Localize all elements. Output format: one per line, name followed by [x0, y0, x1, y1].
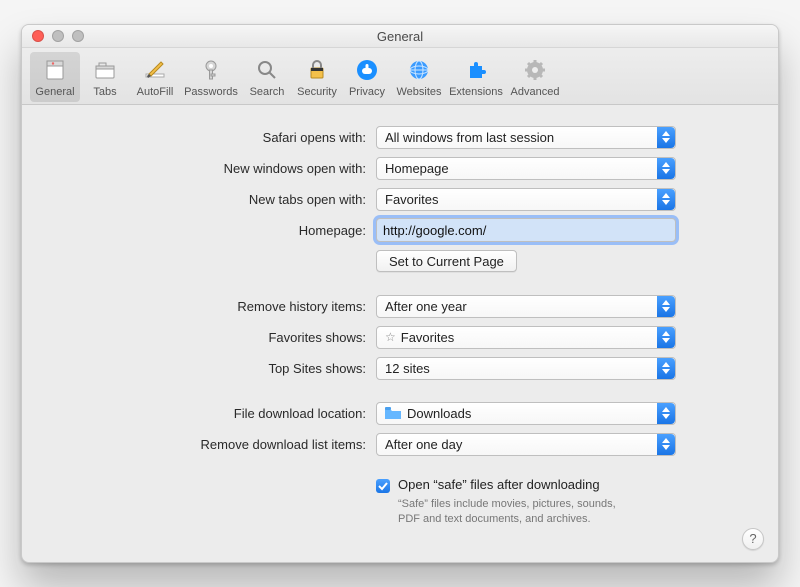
tab-autofill[interactable]: AutoFill [130, 52, 180, 102]
titlebar: General [22, 25, 778, 48]
tab-label: Privacy [349, 86, 385, 98]
download-location-label: File download location: [44, 406, 376, 421]
chevron-updown-icon [657, 403, 675, 424]
autofill-icon [141, 56, 169, 84]
chevron-updown-icon [657, 189, 675, 210]
chevron-updown-icon [657, 296, 675, 317]
folder-icon [385, 407, 401, 419]
help-icon: ? [749, 531, 756, 546]
tab-extensions[interactable]: Extensions [446, 52, 506, 102]
chevron-updown-icon [657, 127, 675, 148]
tab-privacy[interactable]: Privacy [342, 52, 392, 102]
safari-opens-popup[interactable]: All windows from last session [376, 126, 676, 149]
tab-label: Passwords [184, 86, 238, 98]
popup-value: Favorites [401, 330, 454, 345]
popup-value: After one year [385, 299, 467, 314]
tab-label: Search [250, 86, 285, 98]
new-windows-popup[interactable]: Homepage [376, 157, 676, 180]
tab-tabs[interactable]: Tabs [80, 52, 130, 102]
tab-label: AutoFill [137, 86, 174, 98]
popup-value: Homepage [385, 161, 449, 176]
popup-value: After one day [385, 437, 462, 452]
star-icon: ☆ [385, 330, 396, 344]
tab-label: General [35, 86, 74, 98]
preferences-window: General General Tabs AutoFill Passwords [21, 24, 779, 563]
safari-opens-label: Safari opens with: [44, 130, 376, 145]
window-controls [32, 30, 84, 42]
tabs-icon [91, 56, 119, 84]
favorites-shows-popup[interactable]: ☆ Favorites [376, 326, 676, 349]
tab-websites[interactable]: Websites [392, 52, 446, 102]
minimize-button[interactable] [52, 30, 64, 42]
tab-search[interactable]: Search [242, 52, 292, 102]
homepage-field[interactable] [376, 218, 676, 242]
help-button[interactable]: ? [742, 528, 764, 550]
set-current-page-button[interactable]: Set to Current Page [376, 250, 517, 272]
download-location-popup[interactable]: Downloads [376, 402, 676, 425]
open-safe-label: Open “safe” files after downloading [398, 477, 600, 492]
preferences-toolbar: General Tabs AutoFill Passwords Search [22, 48, 778, 105]
tab-label: Advanced [511, 86, 560, 98]
top-sites-label: Top Sites shows: [44, 361, 376, 376]
search-icon [253, 56, 281, 84]
tab-label: Security [297, 86, 337, 98]
tab-general[interactable]: General [30, 52, 80, 102]
remove-history-popup[interactable]: After one year [376, 295, 676, 318]
remove-history-label: Remove history items: [44, 299, 376, 314]
general-pane: Safari opens with: All windows from last… [22, 105, 778, 552]
chevron-updown-icon [657, 358, 675, 379]
popup-value: Favorites [385, 192, 438, 207]
close-button[interactable] [32, 30, 44, 42]
remove-downloads-label: Remove download list items: [44, 437, 376, 452]
tab-label: Websites [396, 86, 441, 98]
advanced-icon [521, 56, 549, 84]
window-title: General [22, 29, 778, 44]
tab-passwords[interactable]: Passwords [180, 52, 242, 102]
open-safe-checkbox[interactable] [376, 479, 390, 493]
chevron-updown-icon [657, 434, 675, 455]
tab-advanced[interactable]: Advanced [506, 52, 564, 102]
zoom-button[interactable] [72, 30, 84, 42]
chevron-updown-icon [657, 158, 675, 179]
remove-downloads-popup[interactable]: After one day [376, 433, 676, 456]
tab-label: Tabs [93, 86, 116, 98]
passwords-icon [197, 56, 225, 84]
open-safe-help: “Safe” files include movies, pictures, s… [398, 497, 628, 527]
new-windows-label: New windows open with: [44, 161, 376, 176]
new-tabs-label: New tabs open with: [44, 192, 376, 207]
top-sites-popup[interactable]: 12 sites [376, 357, 676, 380]
websites-icon [405, 56, 433, 84]
popup-value: 12 sites [385, 361, 430, 376]
privacy-icon [353, 56, 381, 84]
popup-value: Downloads [407, 406, 471, 421]
tab-label: Extensions [449, 86, 503, 98]
new-tabs-popup[interactable]: Favorites [376, 188, 676, 211]
general-icon [41, 56, 69, 84]
security-icon [303, 56, 331, 84]
chevron-updown-icon [657, 327, 675, 348]
extensions-icon [462, 56, 490, 84]
popup-value: All windows from last session [385, 130, 554, 145]
tab-security[interactable]: Security [292, 52, 342, 102]
homepage-label: Homepage: [44, 223, 376, 238]
favorites-shows-label: Favorites shows: [44, 330, 376, 345]
